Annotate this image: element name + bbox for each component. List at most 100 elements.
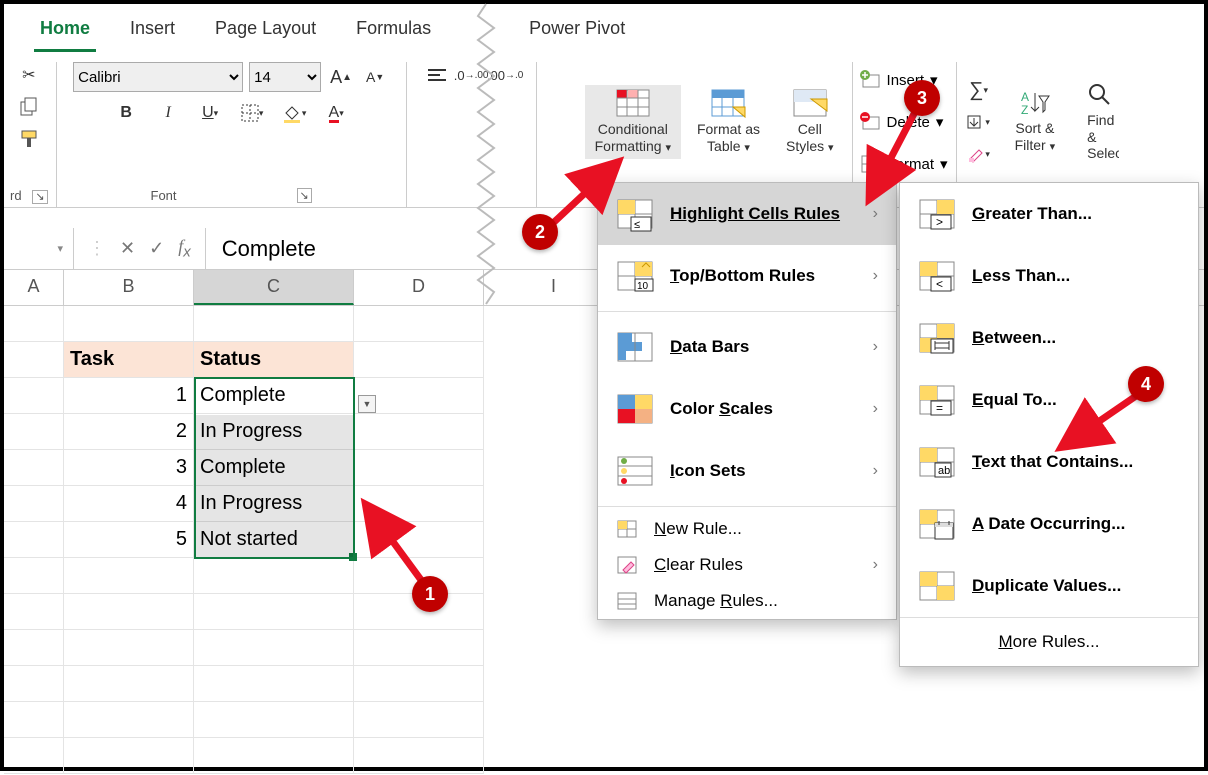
tab-formulas[interactable]: Formulas	[350, 14, 437, 52]
italic-button[interactable]: I	[154, 100, 182, 126]
clear-icon[interactable]: ▾	[965, 141, 993, 167]
tab-home[interactable]: Home	[34, 14, 96, 52]
col-header-C[interactable]: C	[194, 270, 354, 305]
callout-3: 3	[904, 80, 940, 116]
tab-page-layout[interactable]: Page Layout	[209, 14, 322, 52]
table-row[interactable]: 2	[64, 414, 194, 450]
chevron-right-icon: ›	[873, 462, 878, 480]
menu-new-rule[interactable]: New Rule...	[598, 511, 896, 547]
date-occurring-icon	[918, 507, 956, 541]
name-box[interactable]: ▾	[4, 228, 74, 269]
font-name-select[interactable]: Calibri	[73, 62, 243, 92]
menu-highlight-cells-rules[interactable]: ≤ Highlight Cells Rules ›	[598, 183, 896, 245]
cancel-formula-icon[interactable]: ✕	[120, 238, 135, 259]
find-icon	[1087, 82, 1113, 108]
clear-rules-icon	[616, 555, 638, 575]
increase-font-icon[interactable]: A▲	[327, 64, 355, 90]
col-header-D[interactable]: D	[354, 270, 484, 305]
font-color-button[interactable]: A ▾	[322, 100, 350, 126]
table-row[interactable]: 1	[64, 378, 194, 414]
table-row[interactable]: 3	[64, 450, 194, 486]
table-row[interactable]: Complete	[194, 450, 354, 486]
text-contains-icon: ab	[918, 445, 956, 479]
menu-manage-rules[interactable]: Manage Rules...	[598, 583, 896, 619]
menu-color-scales[interactable]: Color Scales ›	[598, 378, 896, 440]
font-size-select[interactable]: 14	[249, 62, 321, 92]
menu-data-bars[interactable]: Data Bars ›	[598, 316, 896, 378]
dropdown-handle[interactable]: ▼	[358, 395, 376, 413]
formula-value[interactable]: Complete	[206, 236, 332, 262]
cell-styles-icon	[793, 89, 827, 117]
cell-styles-button[interactable]: Cell Styles ▾	[776, 85, 844, 159]
borders-button[interactable]: ▾	[238, 100, 266, 126]
col-header-I[interactable]: I	[494, 270, 614, 305]
svg-text:<: <	[936, 277, 943, 291]
cut-icon[interactable]: ✂	[15, 62, 43, 88]
data-bars-icon	[616, 330, 654, 364]
table-row[interactable]: Not started	[194, 522, 354, 558]
enter-formula-icon[interactable]: ✓	[149, 238, 164, 259]
menu-date-occurring[interactable]: A Date Occurring...	[900, 493, 1198, 555]
menu-greater-than[interactable]: > Greater Than...	[900, 183, 1198, 245]
align-left-icon[interactable]	[423, 62, 451, 88]
table-row[interactable]: 4	[64, 486, 194, 522]
format-painter-icon[interactable]	[15, 126, 43, 152]
bold-button[interactable]: B	[112, 100, 140, 126]
decrease-font-icon[interactable]: A▼	[361, 64, 389, 90]
cell-status-header[interactable]: Status	[194, 342, 354, 378]
menu-clear-rules[interactable]: Clear Rules ›	[598, 547, 896, 583]
delete-cells-icon	[861, 113, 881, 131]
svg-text:ab: ab	[938, 465, 950, 477]
table-row[interactable]: Complete	[194, 378, 354, 414]
between-icon	[918, 321, 956, 355]
tab-insert[interactable]: Insert	[124, 14, 181, 52]
new-rule-icon	[616, 519, 638, 539]
decrease-decimal-icon[interactable]: .0→.00	[457, 62, 485, 88]
fill-color-button[interactable]: ▾	[280, 100, 308, 126]
duplicate-values-icon	[918, 569, 956, 603]
format-as-table-button[interactable]: Format as Table ▾	[687, 85, 770, 159]
underline-button[interactable]: U ▾	[196, 100, 224, 126]
highlight-cells-icon: ≤	[616, 197, 654, 231]
cell-task-header[interactable]: Task	[64, 342, 194, 378]
ribbon-tabs: Home Insert Page Layout Formulas Power P…	[4, 4, 1204, 52]
highlight-cells-submenu: > Greater Than... < Less Than... Between…	[899, 182, 1199, 667]
fill-icon[interactable]: ▾	[965, 109, 993, 135]
menu-between[interactable]: Between...	[900, 307, 1198, 369]
chevron-right-icon: ›	[873, 556, 878, 574]
conditional-formatting-button[interactable]: Conditional Formatting ▾	[585, 85, 681, 159]
font-group-label: Font	[151, 188, 177, 203]
callout-4: 4	[1128, 366, 1164, 402]
sort-filter-button[interactable]: AZ Sort & Filter ▾	[1005, 86, 1066, 158]
clipboard-launcher[interactable]: rd ↘	[10, 182, 48, 207]
less-than-icon: <	[918, 259, 956, 293]
table-row[interactable]: In Progress	[194, 414, 354, 450]
menu-icon-sets[interactable]: Icon Sets ›	[598, 440, 896, 502]
color-scales-icon	[616, 392, 654, 426]
svg-text:Z: Z	[1021, 103, 1028, 117]
menu-less-than[interactable]: < Less Than...	[900, 245, 1198, 307]
menu-top-bottom-rules[interactable]: 10 Top/Bottom Rules ›	[598, 245, 896, 307]
find-select-button[interactable]: Find & Select	[1077, 78, 1119, 166]
table-row[interactable]: In Progress	[194, 486, 354, 522]
format-cells-button[interactable]: Format ▾	[861, 146, 948, 182]
svg-text:A: A	[1021, 90, 1029, 104]
svg-text:10: 10	[637, 281, 649, 292]
autosum-icon[interactable]: ∑ ▾	[965, 77, 993, 103]
fx-icon[interactable]: fx	[178, 236, 191, 261]
col-header-B[interactable]: B	[64, 270, 194, 305]
top-bottom-icon: 10	[616, 259, 654, 293]
col-header-A[interactable]: A	[4, 270, 64, 305]
tab-power-pivot[interactable]: Power Pivot	[523, 14, 631, 52]
chevron-right-icon: ›	[873, 267, 878, 285]
table-row[interactable]: 5	[64, 522, 194, 558]
copy-icon[interactable]	[15, 94, 43, 120]
font-launcher[interactable]: ↘	[297, 188, 312, 203]
svg-text:=: =	[936, 401, 943, 415]
increase-decimal-icon[interactable]: .00→.0	[491, 62, 519, 88]
menu-text-contains[interactable]: ab Text that Contains...	[900, 431, 1198, 493]
svg-text:≤: ≤	[634, 219, 640, 231]
menu-more-rules[interactable]: More Rules...	[900, 617, 1198, 666]
equal-to-icon: =	[918, 383, 956, 417]
menu-duplicate-values[interactable]: Duplicate Values...	[900, 555, 1198, 617]
